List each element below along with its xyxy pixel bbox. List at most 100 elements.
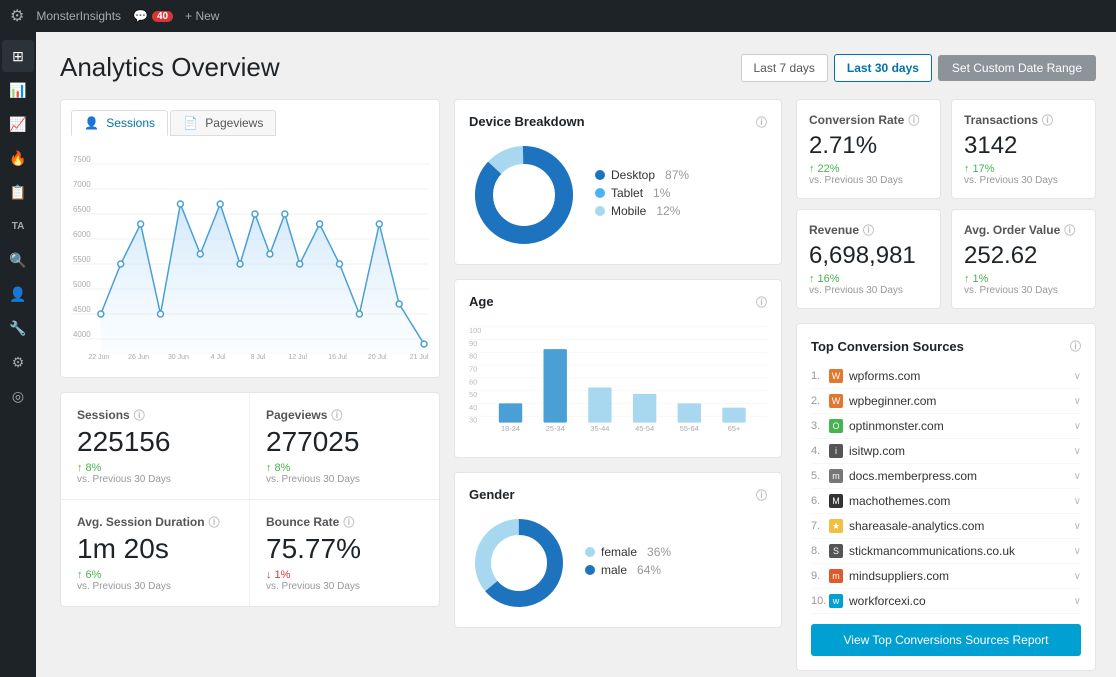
svg-text:70: 70 [469,365,477,374]
source-item[interactable]: 9. m mindsuppliers.com ∨ [811,564,1081,589]
svg-text:35-44: 35-44 [590,424,609,433]
metrics-grid: Conversion Rate ⓘ 2.71% ↑ 22% vs. Previo… [796,99,1096,309]
sidebar-icon-wrench[interactable]: 🔧 [2,312,34,344]
new-item[interactable]: + New [185,9,219,23]
source-name: stickmancommunications.co.uk [849,544,1074,558]
sidebar-icon-ta[interactable]: TA [2,210,34,242]
right-panel: Conversion Rate ⓘ 2.71% ↑ 22% vs. Previo… [796,99,1096,671]
avg-session-change: ↑ 6% [77,569,233,581]
gender-info-icon[interactable]: ⓘ [756,487,767,503]
svg-text:100: 100 [469,326,481,335]
desktop-label: Desktop [611,168,655,182]
source-name: mindsuppliers.com [849,569,1074,583]
sidebar-icon-search[interactable]: 🔍 [2,244,34,276]
source-chevron-icon: ∨ [1074,596,1081,607]
sidebar-icon-reports[interactable]: 📈 [2,108,34,140]
transactions-info-icon[interactable]: ⓘ [1042,112,1053,128]
svg-text:4500: 4500 [73,305,91,314]
pageviews-label: Pageviews [266,408,327,422]
sidebar-icon-popular[interactable]: 🔥 [2,142,34,174]
source-favicon: O [829,419,843,433]
source-name: docs.memberpress.com [849,469,1074,483]
source-chevron-icon: ∨ [1074,396,1081,407]
sessions-prev: vs. Previous 30 Days [77,474,233,485]
source-item[interactable]: 3. O optinmonster.com ∨ [811,414,1081,439]
bounce-rate-value: 75.77% [266,534,423,565]
device-info-icon[interactable]: ⓘ [756,114,767,130]
source-item[interactable]: 10. w workforcexi.co ∨ [811,589,1081,614]
svg-text:16 Jul: 16 Jul [328,354,347,361]
conversion-rate-value: 2.71% [809,132,928,160]
source-favicon: M [829,494,843,508]
gender-donut-chart [469,513,569,613]
source-name: optinmonster.com [849,419,1074,433]
sidebar-icon-user[interactable]: 👤 [2,278,34,310]
svg-text:26 Jun: 26 Jun [128,354,149,361]
svg-text:20 Jul: 20 Jul [368,354,387,361]
custom-date-btn[interactable]: Set Custom Date Range [938,55,1096,81]
svg-text:4 Jul: 4 Jul [211,354,226,361]
avg-order-value-info-icon[interactable]: ⓘ [1064,222,1075,238]
gender-legend: female 36% male 64% [585,545,671,581]
last-7-days-btn[interactable]: Last 7 days [741,54,828,82]
tablet-legend-dot [595,188,605,198]
source-name: shareasale-analytics.com [849,519,1074,533]
device-title: Device Breakdown [469,114,585,130]
source-item[interactable]: 2. W wpbeginner.com ∨ [811,389,1081,414]
source-favicon: ★ [829,519,843,533]
age-info-icon[interactable]: ⓘ [756,294,767,310]
source-favicon: i [829,444,843,458]
sidebar-icon-circle[interactable]: ◎ [2,380,34,412]
sessions-info-icon[interactable]: ⓘ [134,407,145,423]
source-item[interactable]: 8. S stickmancommunications.co.uk ∨ [811,539,1081,564]
last-30-days-btn[interactable]: Last 30 days [834,54,932,82]
source-item[interactable]: 4. i isitwp.com ∨ [811,439,1081,464]
avg-session-info-icon[interactable]: ⓘ [209,514,220,530]
sessions-change: ↑ 8% [77,462,233,474]
source-num: 9. [811,570,829,582]
stats-grid: Sessions ⓘ 225156 ↑ 8% vs. Previous 30 D… [61,393,439,606]
source-item[interactable]: 7. ★ shareasale-analytics.com ∨ [811,514,1081,539]
conversion-rate-info-icon[interactable]: ⓘ [908,112,919,128]
pageviews-info-icon[interactable]: ⓘ [331,407,342,423]
source-name: machothemes.com [849,494,1074,508]
bounce-rate-info-icon[interactable]: ⓘ [343,514,354,530]
transactions-label: Transactions [964,113,1038,127]
source-item[interactable]: 5. m docs.memberpress.com ∨ [811,464,1081,489]
source-chevron-icon: ∨ [1074,546,1081,557]
svg-text:21 Jul: 21 Jul [410,354,429,361]
sources-info-icon[interactable]: ⓘ [1070,338,1081,354]
pageviews-stat: Pageviews ⓘ 277025 ↑ 8% vs. Previous 30 … [250,393,439,500]
revenue-info-icon[interactable]: ⓘ [863,222,874,238]
svg-text:90: 90 [469,339,477,348]
sidebar-icon-dashboard[interactable]: ⊞ [2,40,34,72]
device-donut-row: Desktop 87% Tablet 1% Mobile [469,140,767,250]
source-item[interactable]: 1. W wpforms.com ∨ [811,364,1081,389]
pageviews-tab-icon: 📄 [183,116,198,130]
mobile-legend-dot [595,206,605,216]
pageviews-tab[interactable]: 📄 Pageviews [170,110,276,136]
sidebar-icon-gear[interactable]: ⚙ [2,346,34,378]
view-report-btn[interactable]: View Top Conversions Sources Report [811,624,1081,656]
new-label: + New [185,9,219,23]
female-label: female [601,545,637,559]
sessions-tab[interactable]: 👤 Sessions [71,110,168,136]
source-num: 6. [811,495,829,507]
tablet-pct: 1% [653,186,670,200]
svg-text:18-24: 18-24 [501,424,520,433]
site-name[interactable]: MonsterInsights [36,9,121,23]
pageviews-prev: vs. Previous 30 Days [266,474,423,485]
sidebar-icon-insights[interactable]: 📊 [2,74,34,106]
sessions-chart-card: 👤 Sessions 📄 Pageviews [60,99,440,378]
source-name: workforcexi.co [849,594,1074,608]
conversion-rate-card: Conversion Rate ⓘ 2.71% ↑ 22% vs. Previo… [796,99,941,199]
tablet-legend-item: Tablet 1% [595,186,689,200]
svg-text:60: 60 [469,377,477,386]
sidebar-icon-forms[interactable]: 📋 [2,176,34,208]
avg-session-prev: vs. Previous 30 Days [77,581,233,592]
avg-order-value-change: ↑ 1% [964,273,1083,285]
sidebar: ⊞ 📊 📈 🔥 📋 TA 🔍 👤 🔧 ⚙ ◎ [0,32,36,677]
source-item[interactable]: 6. M machothemes.com ∨ [811,489,1081,514]
notifications[interactable]: 💬 40 [133,9,173,23]
sessions-column: 👤 Sessions 📄 Pageviews [60,99,440,671]
